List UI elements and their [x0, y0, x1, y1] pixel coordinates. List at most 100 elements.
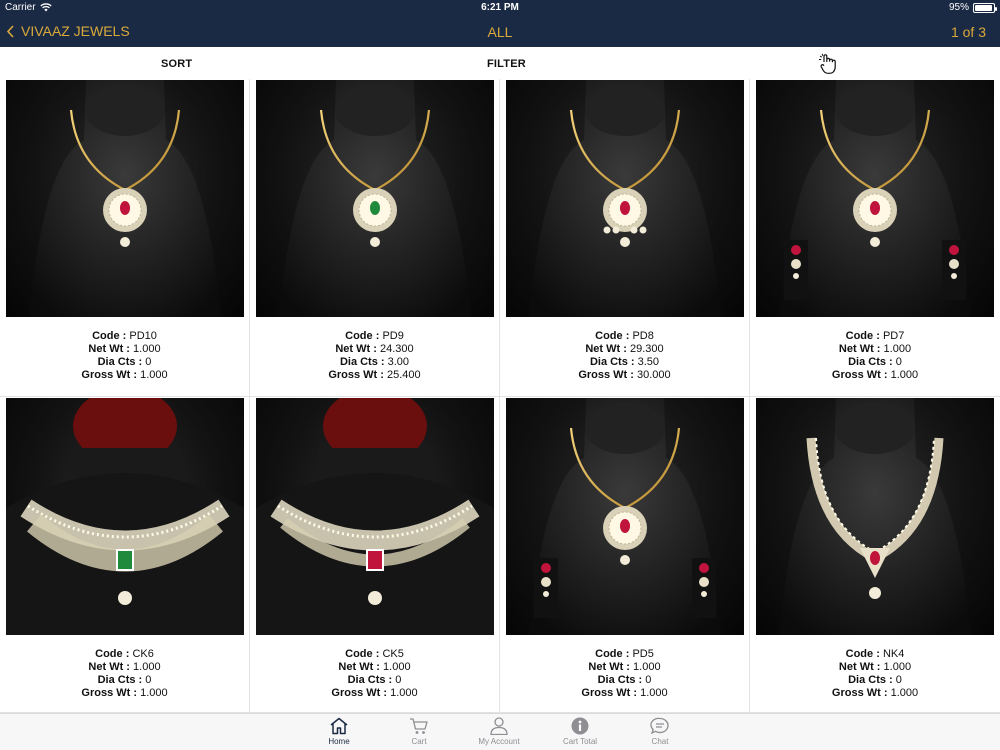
- product-code: CK6: [132, 648, 154, 660]
- product-net-weight-label: Net Wt :: [88, 343, 130, 355]
- product-diamond-carats-row: Dia Cts : 0: [250, 674, 499, 687]
- product-code-label: Code :: [345, 648, 380, 660]
- product-diamond-carats-label: Dia Cts :: [339, 356, 385, 368]
- product-code: CK5: [382, 648, 404, 660]
- product-gross-weight-label: Gross Wt :: [81, 369, 138, 381]
- product-gross-weight: 1.000: [140, 369, 168, 381]
- hand-pointer-icon[interactable]: [817, 53, 841, 75]
- necklace-bust-illustration: [779, 80, 971, 317]
- product-net-weight-label: Net Wt :: [838, 343, 881, 355]
- product-gross-weight-row: Gross Wt : 1.000: [750, 687, 1000, 700]
- product-diamond-carats: 0: [895, 356, 902, 368]
- product-gross-weight-label: Gross Wt :: [831, 687, 888, 699]
- product-code-label: Code :: [595, 648, 630, 660]
- product-image[interactable]: [506, 398, 744, 635]
- product-diamond-carats-label: Dia Cts :: [848, 674, 893, 686]
- product-net-weight-label: Net Wt :: [335, 343, 377, 355]
- product-card[interactable]: Code : PD7 Net Wt : 1.000 Dia Cts : 0 Gross…: [750, 79, 1000, 397]
- necklace-bust-illustration: [529, 80, 721, 317]
- product-card[interactable]: Code : PD10 Net Wt : 1.000 Dia Cts : 0 Gros…: [0, 79, 250, 397]
- product-diamond-carats: 0: [395, 674, 402, 686]
- home-icon: [299, 717, 379, 735]
- product-image[interactable]: [756, 80, 994, 317]
- product-gross-weight-row: Gross Wt : 25.400: [250, 369, 499, 382]
- product-gross-weight-row: Gross Wt : 1.000: [0, 687, 249, 700]
- product-gross-weight: 30.000: [637, 369, 671, 381]
- product-card[interactable]: Code : PD5 Net Wt : 1.000 Dia Cts : 0 Gross…: [500, 397, 750, 713]
- product-diamond-carats: 0: [145, 674, 152, 686]
- necklace-bust-illustration: [29, 80, 221, 317]
- product-image[interactable]: [256, 80, 494, 317]
- product-code-row: Code : PD8: [500, 330, 749, 343]
- product-net-weight-row: Net Wt : 1.000: [0, 343, 249, 356]
- product-gross-weight-label: Gross Wt :: [831, 369, 888, 381]
- product-code: NK4: [882, 648, 905, 660]
- product-code-row: Code : PD5: [500, 648, 749, 661]
- sort-filter-bar: SORT FILTER: [0, 47, 1000, 80]
- battery-icon: [973, 2, 997, 13]
- product-net-weight-row: Net Wt : 24.300: [250, 343, 499, 356]
- product-diamond-carats-row: Dia Cts : 0: [500, 674, 749, 687]
- battery-percent: 95%: [948, 2, 969, 13]
- product-card[interactable]: Code : CK6 Net Wt : 1.000 Dia Cts : 0 Gross…: [0, 397, 250, 713]
- product-net-weight-label: Net Wt :: [88, 661, 130, 673]
- tab-cart-total[interactable]: Cart Total: [540, 717, 620, 746]
- product-diamond-carats-label: Dia Cts :: [848, 356, 893, 368]
- product-gross-weight: 1.000: [890, 369, 919, 381]
- product-gross-weight-row: Gross Wt : 1.000: [500, 687, 749, 700]
- product-code: PD10: [129, 330, 157, 342]
- product-code-label: Code :: [595, 330, 630, 342]
- product-image[interactable]: [506, 80, 744, 317]
- product-diamond-carats-label: Dia Cts :: [97, 356, 143, 368]
- product-diamond-carats-row: Dia Cts : 3.50: [500, 356, 749, 369]
- product-image[interactable]: [256, 398, 494, 635]
- product-diamond-carats-row: Dia Cts : 0: [750, 674, 1000, 687]
- product-details: Code : PD10 Net Wt : 1.000 Dia Cts : 0 Gros…: [0, 330, 249, 382]
- product-gross-weight-row: Gross Wt : 1.000: [0, 369, 249, 382]
- product-code-label: Code :: [845, 330, 880, 342]
- product-net-weight-row: Net Wt : 1.000: [250, 661, 499, 674]
- tab-my-account[interactable]: My Account: [459, 717, 539, 746]
- tab-label: Cart: [411, 737, 427, 746]
- filter-button[interactable]: FILTER: [487, 58, 526, 70]
- tab-home[interactable]: Home: [299, 717, 379, 746]
- product-net-weight: 1.000: [883, 661, 912, 673]
- product-image[interactable]: [756, 398, 994, 635]
- product-code-label: Code :: [845, 648, 880, 660]
- product-details: Code : PD8 Net Wt : 29.300 Dia Cts : 3.50 G…: [500, 330, 749, 382]
- product-card[interactable]: Code : PD9 Net Wt : 24.300 Dia Cts : 3.00 G…: [250, 79, 500, 397]
- product-code-row: Code : PD9: [250, 330, 499, 343]
- product-gross-weight-label: Gross Wt :: [581, 687, 638, 699]
- product-diamond-carats-row: Dia Cts : 0: [750, 356, 1000, 369]
- product-diamond-carats-row: Dia Cts : 0: [0, 356, 249, 369]
- product-code-row: Code : PD7: [750, 330, 1000, 343]
- tab-cart[interactable]: Cart: [379, 717, 459, 746]
- product-net-weight: 1.000: [133, 661, 161, 673]
- product-gross-weight-row: Gross Wt : 1.000: [250, 687, 499, 700]
- product-code-row: Code : CK6: [0, 648, 249, 661]
- user-icon: [459, 717, 539, 735]
- product-card[interactable]: Code : PD8 Net Wt : 29.300 Dia Cts : 3.50 G…: [500, 79, 750, 397]
- product-net-weight-label: Net Wt :: [585, 343, 627, 355]
- product-card[interactable]: Code : NK4 Net Wt : 1.000 Dia Cts : 0 Gross…: [750, 397, 1000, 713]
- product-code-label: Code :: [92, 330, 127, 342]
- product-diamond-carats-label: Dia Cts :: [589, 356, 635, 368]
- info-icon: [540, 717, 620, 735]
- product-details: Code : PD7 Net Wt : 1.000 Dia Cts : 0 Gross…: [750, 330, 1000, 382]
- product-gross-weight-label: Gross Wt :: [331, 687, 388, 699]
- product-image[interactable]: [6, 398, 244, 635]
- tab-chat[interactable]: Chat: [620, 717, 700, 746]
- product-diamond-carats-label: Dia Cts :: [597, 674, 643, 686]
- sort-button[interactable]: SORT: [161, 58, 192, 70]
- product-net-weight: 1.000: [383, 661, 411, 673]
- product-image[interactable]: [6, 80, 244, 317]
- product-code: PD8: [632, 330, 654, 342]
- product-diamond-carats: 0: [645, 674, 652, 686]
- product-code-label: Code :: [95, 648, 130, 660]
- product-card[interactable]: Code : CK5 Net Wt : 1.000 Dia Cts : 0 Gross…: [250, 397, 500, 713]
- status-time: 6:21 PM: [481, 2, 519, 13]
- product-net-weight-row: Net Wt : 29.300: [500, 343, 749, 356]
- product-code-row: Code : NK4: [750, 648, 1000, 661]
- tab-label: Cart Total: [562, 737, 598, 746]
- product-gross-weight: 25.400: [387, 369, 421, 381]
